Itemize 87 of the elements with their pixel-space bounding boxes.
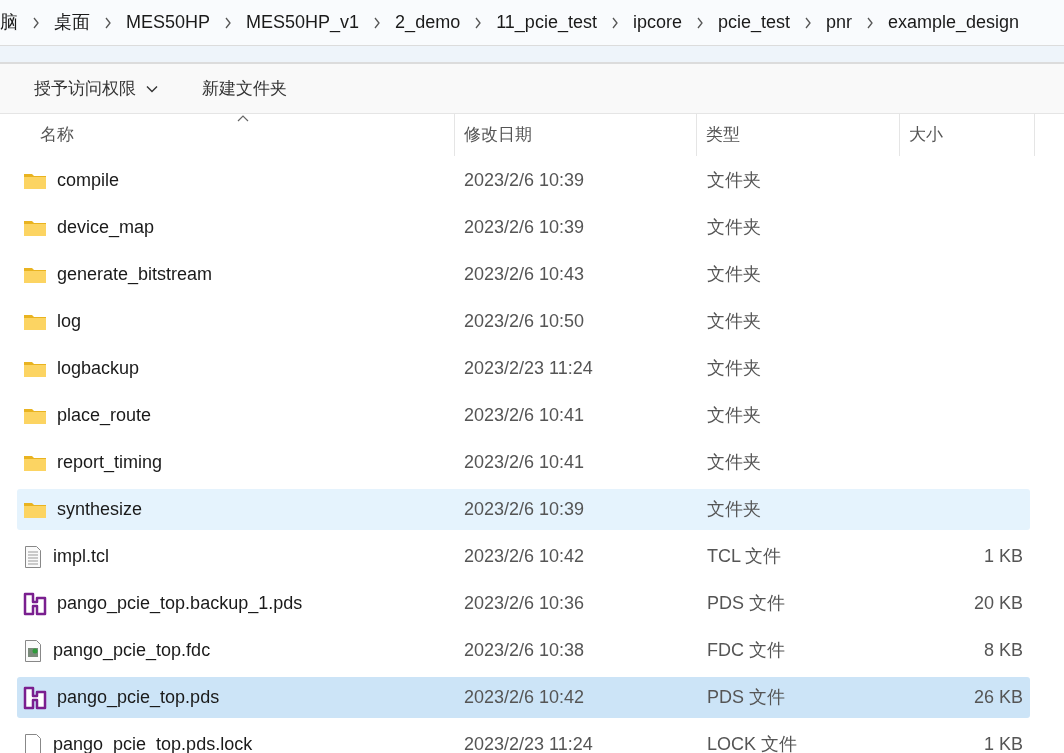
type-cell-text: 文件夹 bbox=[706, 404, 762, 427]
column-header[interactable]: 大小 bbox=[900, 114, 1035, 156]
file-name: impl.tcl bbox=[53, 545, 109, 568]
file-row[interactable]: impl.tcl 2023/2/6 10:42 TCL 文件 1 KB bbox=[17, 536, 1030, 577]
breadcrumb-item[interactable]: 11_pcie_test bbox=[496, 9, 597, 36]
date-cell-text: 2023/2/6 10:38 bbox=[463, 639, 586, 662]
breadcrumb-item[interactable]: MES50HP bbox=[126, 9, 211, 36]
file-row[interactable]: device_map 2023/2/6 10:39 文件夹 bbox=[17, 207, 1030, 248]
file-row[interactable]: pango_pcie_top.pds 2023/2/6 10:42 PDS 文件 26 KB bbox=[17, 677, 1030, 718]
chevron-right-icon bbox=[695, 16, 704, 29]
column-header[interactable]: 修改日期 bbox=[455, 114, 697, 156]
file-name: pango_pcie_top.pds bbox=[57, 686, 220, 710]
file-name: logbackup bbox=[57, 357, 140, 380]
type-cell-text: TCL 文件 bbox=[706, 545, 783, 568]
date-cell-text: 2023/2/6 10:39 bbox=[463, 216, 586, 239]
date-cell-text: 2023/2/6 10:41 bbox=[463, 404, 586, 427]
chevron-right-icon bbox=[804, 16, 812, 29]
date-cell-text: 2023/2/6 10:43 bbox=[463, 263, 586, 286]
type-cell-text: PDS 文件 bbox=[706, 592, 786, 615]
type-cell-text: FDC 文件 bbox=[706, 639, 786, 662]
chevron-right-icon bbox=[373, 16, 382, 29]
file-name: pango_pcie_top.backup_1.pds bbox=[57, 592, 303, 616]
date-cell-text: 2023/2/23 11:24 bbox=[463, 357, 594, 380]
type-cell-text: 文件夹 bbox=[706, 216, 762, 239]
file-name: generate_bitstream bbox=[57, 263, 213, 287]
type-cell-text: PDS 文件 bbox=[706, 686, 786, 709]
breadcrumb-item[interactable]: pnr bbox=[826, 9, 852, 36]
file-row[interactable]: pango_pcie_top.backup_1.pds 2023/2/6 10:36 PDS 文件 20 KB bbox=[17, 583, 1030, 624]
breadcrumb-item[interactable]: pcie_test bbox=[717, 9, 790, 36]
column-header[interactable]: 名称 bbox=[0, 114, 455, 156]
file-name: log bbox=[57, 310, 82, 333]
file-row[interactable]: report_timing 2023/2/6 10:41 文件夹 bbox=[17, 442, 1030, 483]
pds-file-icon bbox=[23, 591, 47, 616]
new-folder-button[interactable]: 新建文件夹 bbox=[202, 75, 287, 102]
chevron-right-icon bbox=[474, 16, 483, 29]
size-cell-text: 1 KB bbox=[983, 545, 1023, 568]
type-cell-text: 文件夹 bbox=[706, 169, 762, 192]
file-row[interactable]: synthesize 2023/2/6 10:39 文件夹 bbox=[17, 489, 1030, 530]
date-cell-text: 2023/2/6 10:50 bbox=[463, 310, 586, 333]
breadcrumb-item[interactable]: MES50HP_v1 bbox=[246, 9, 360, 36]
chevron-right-icon bbox=[866, 16, 874, 29]
type-cell-text: 文件夹 bbox=[706, 357, 762, 380]
chevron-right-icon bbox=[32, 16, 40, 29]
type-cell-text: LOCK 文件 bbox=[706, 733, 799, 753]
file-row[interactable]: place_route 2023/2/6 10:41 文件夹 bbox=[17, 395, 1030, 436]
breadcrumb-item[interactable]: 2_demo bbox=[395, 9, 461, 36]
file-name: place_route bbox=[57, 404, 152, 428]
file-row[interactable]: compile 2023/2/6 10:39 文件夹 bbox=[17, 160, 1030, 201]
size-cell-text: 20 KB bbox=[973, 592, 1023, 615]
fdc-file-icon bbox=[23, 638, 43, 663]
file-row[interactable]: log 2023/2/6 10:50 文件夹 bbox=[17, 301, 1030, 342]
size-cell-text: 8 KB bbox=[983, 639, 1023, 662]
file-name: report_timing bbox=[57, 451, 163, 475]
type-cell-text: 文件夹 bbox=[706, 498, 762, 521]
file-row[interactable]: pango_pcie_top.fdc 2023/2/6 10:38 FDC 文件 8 KB bbox=[17, 630, 1030, 671]
file-name: pango_pcie_top.pds.lock bbox=[53, 733, 253, 753]
date-cell-text: 2023/2/6 10:42 bbox=[463, 686, 586, 709]
text-file-icon bbox=[23, 544, 43, 569]
date-cell-text: 2023/2/6 10:39 bbox=[463, 169, 586, 192]
file-name: pango_pcie_top.fdc bbox=[53, 639, 211, 663]
share-button[interactable]: 授予访问权限 bbox=[34, 75, 158, 102]
column-header[interactable]: 类型 bbox=[697, 114, 900, 156]
file-name: device_map bbox=[57, 216, 155, 240]
size-cell-text: 1 KB bbox=[983, 733, 1023, 753]
breadcrumb-item[interactable]: ipcore bbox=[632, 9, 682, 36]
chevron-right-icon bbox=[104, 16, 112, 29]
file-row[interactable]: logbackup 2023/2/23 11:24 文件夹 bbox=[17, 348, 1030, 389]
file-name: compile bbox=[57, 169, 120, 192]
file-row[interactable]: generate_bitstream 2023/2/6 10:43 文件夹 bbox=[17, 254, 1030, 295]
breadcrumb-item[interactable]: 脑 bbox=[0, 9, 18, 36]
size-cell-text: 26 KB bbox=[973, 686, 1023, 709]
file-name: synthesize bbox=[57, 498, 143, 521]
date-cell-text: 2023/2/6 10:36 bbox=[463, 592, 586, 615]
date-cell-text: 2023/2/6 10:41 bbox=[463, 451, 586, 474]
chevron-down-icon bbox=[146, 84, 158, 93]
date-cell-text: 2023/2/23 11:24 bbox=[463, 733, 594, 753]
breadcrumb-item[interactable]: 桌面 bbox=[54, 9, 90, 36]
chevron-right-icon bbox=[610, 16, 619, 29]
date-cell-text: 2023/2/6 10:42 bbox=[463, 545, 586, 568]
type-cell-text: 文件夹 bbox=[706, 310, 762, 333]
date-cell-text: 2023/2/6 10:39 bbox=[463, 498, 586, 521]
file-row[interactable]: pango_pcie_top.pds.lock 2023/2/23 11:24 LOCK 文件 1 KB bbox=[17, 724, 1030, 753]
type-cell-text: 文件夹 bbox=[706, 263, 762, 286]
breadcrumb-item[interactable]: example_design bbox=[888, 9, 1020, 36]
chevron-right-icon bbox=[224, 16, 233, 29]
pds-file-icon bbox=[23, 685, 47, 710]
type-cell-text: 文件夹 bbox=[706, 451, 762, 474]
